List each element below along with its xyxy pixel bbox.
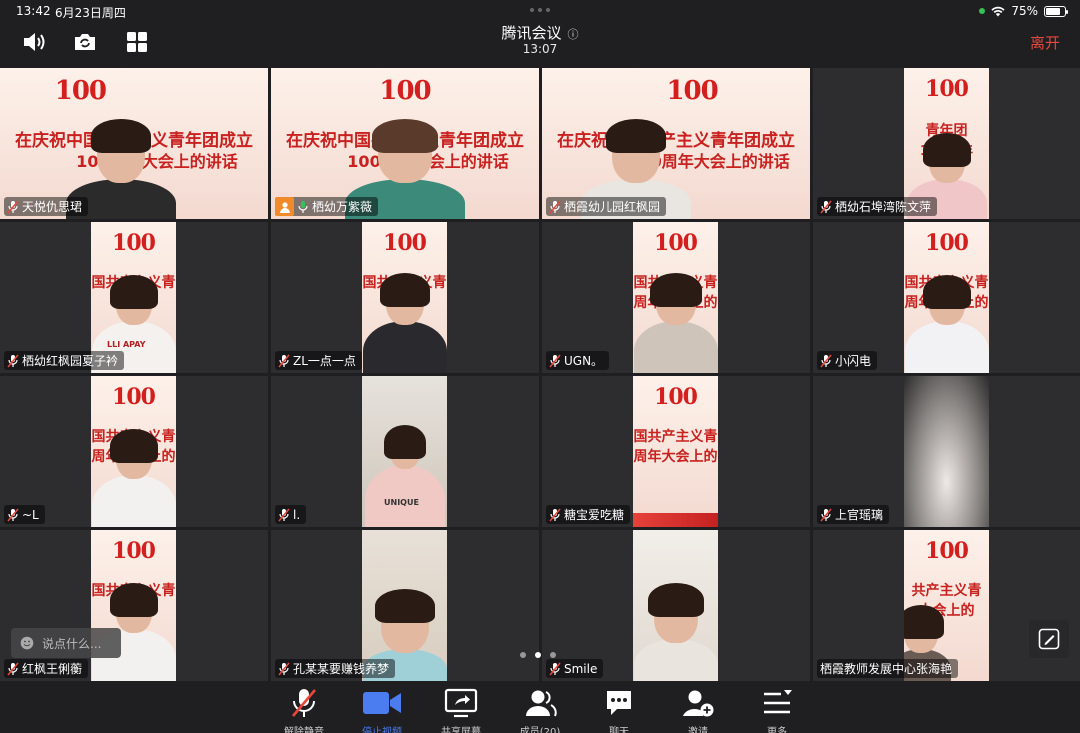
share-screen-button[interactable]: 共享屏幕 [426,687,496,733]
invite-button[interactable]: 邀请 [663,687,733,733]
more-icon [764,690,792,714]
participant-name-tag: 天悦仇思珺 [4,197,89,216]
participant-tile[interactable]: 100 在庆祝中国共产主义青年团成立 100周年大会上的讲话 栖霞幼儿园红枫园 [542,68,810,219]
mic-muted-icon [549,200,561,213]
participant-video: UNIQUE [362,376,447,527]
video-camera-icon [363,692,401,714]
mic-speaking-icon [298,200,308,213]
status-right: 75% [979,4,1068,18]
mic-muted-icon [7,662,19,675]
stop-video-button[interactable]: 停止视频 [347,687,417,733]
participant-tile[interactable]: 100 国共产主义青 红枫王俐蘅 [0,530,268,681]
participant-tile[interactable]: 100 在庆祝中国共产主义青年团成立 100周年大会上的讲话 天悦仇思珺 [0,68,268,219]
participant-tile[interactable]: 100 国共产主义青 周年大会上的 ~L [0,376,268,527]
pen-edit-icon [1038,628,1060,650]
participant-name-tag: 红枫王俐蘅 [4,659,89,678]
meeting-title[interactable]: 腾讯会议 ⓘ [0,22,1080,43]
mic-muted-icon [7,508,19,521]
participant-video: 100 国共产主义青 周年大会上的 [633,222,718,373]
participant-name-tag: UGN。 [546,351,610,370]
info-icon[interactable]: ⓘ [568,28,579,41]
video-grid: 100 在庆祝中国共产主义青年团成立 100周年大会上的讲话 天悦仇思珺 100… [0,68,1080,681]
wifi-icon [991,6,1005,16]
status-time: 13:42 [16,4,51,18]
chat-placeholder: 说点什么... [42,636,102,651]
meeting-duration: 13:07 [522,42,558,56]
participant-name-tag: 栖幼石埠湾陈文萍 [817,197,938,216]
participant-tile[interactable]: 上官瑶璃 [813,376,1080,527]
participant-video [904,376,989,527]
participant-video: 100 国共产主义青 周年大会上的 [904,222,989,373]
participant-name-tag: l. [275,505,307,524]
members-icon [526,690,557,717]
participant-tile[interactable]: 100 共产主义青 大会上的 栖霞教师发展中心张海艳 [813,530,1080,681]
participant-name-tag: ~L [4,505,45,524]
unmute-button[interactable]: 解除静音 [269,687,339,733]
participant-name-tag: ZL一点一点 [275,351,362,370]
participant-video: 100 国共产主义青 [362,222,447,373]
participant-name-tag: 栖幼红枫园夏子衿 [4,351,125,370]
annotate-button[interactable] [1029,620,1069,658]
mic-muted-icon [292,689,316,717]
participant-video: 100 国共产主义青 周年大会上的 [633,376,718,527]
participant-tile[interactable]: Smile [542,530,810,681]
members-button[interactable]: 成员(20) [505,687,575,733]
participant-name-tag: Smile [546,659,604,678]
participant-tile[interactable]: 孔某某要赚钱养梦 [271,530,539,681]
mic-muted-icon [549,354,561,367]
status-date: 6月23日周四 [55,6,126,20]
participant-tile-active-speaker[interactable]: 100 在庆祝中国共产主义青年团成立 100周年大会上的讲话 栖幼万紫薇 [271,68,539,219]
participant-name-tag: 小闪电 [817,351,878,370]
participant-tile[interactable]: 100 国共产主义青 周年大会上的 UGN。 [542,222,810,373]
mic-muted-icon [278,354,290,367]
meeting-toolbar: 解除静音 停止视频 共享屏幕 成员(20) 聊天 邀请 更多 [0,681,1080,733]
more-button[interactable]: 更多 [742,687,812,733]
participant-name-tag: 栖霞幼儿园红枫园 [546,197,667,216]
participant-tile[interactable]: 100 国共产主义青 周年大会上的 糖宝爱吃糖 [542,376,810,527]
share-screen-icon [444,688,478,718]
mic-muted-icon [278,508,290,521]
page-dot[interactable] [520,652,526,658]
participant-name-tag: 栖霞教师发展中心张海艳 [817,659,959,678]
chat-icon [607,691,631,715]
mic-muted-icon [549,508,561,521]
mic-muted-icon [549,662,561,675]
user-avatar-icon [275,197,294,216]
mic-muted-icon [7,354,19,367]
mic-muted-icon [7,200,19,213]
leave-button[interactable]: 离开 [1030,32,1060,53]
multitask-grabber[interactable] [530,8,550,12]
chat-quick-input[interactable]: 说点什么... [11,628,121,658]
participant-tile[interactable]: 100 国共产主义青 周年大会上的 小闪电 [813,222,1080,373]
participant-video: 100 国共产主义青 [91,530,176,681]
page-indicator[interactable] [520,652,556,658]
emoji-icon[interactable] [20,636,34,650]
invite-icon [683,690,714,717]
meeting-header: 腾讯会议 ⓘ 13:07 离开 [0,22,1080,64]
mic-muted-icon [820,200,832,213]
participant-tile[interactable]: 100 青年团 100周年 栖幼石埠湾陈文萍 [813,68,1080,219]
participant-name-tag: 孔某某要赚钱养梦 [275,659,396,678]
participant-tile[interactable]: 100 国共产主义青 ZL一点一点 [271,222,539,373]
participant-name-tag: 栖幼万紫薇 [275,197,379,216]
participant-name-tag: 上官瑶璃 [817,505,890,524]
mic-muted-icon [820,354,832,367]
chat-button[interactable]: 聊天 [584,687,654,733]
mic-muted-icon [278,662,290,675]
status-bar: 13:42 6月23日周四 75% [0,0,1080,22]
page-dot[interactable] [550,652,556,658]
participant-tile[interactable]: 100 国共产主义青 LLI APAY 栖幼红枫园夏子衿 [0,222,268,373]
participant-video [633,530,718,681]
privacy-indicator-icon [979,8,986,14]
participant-video: 100 国共产主义青 周年大会上的 [91,376,176,527]
page-dot-current[interactable] [535,652,541,658]
battery-icon [1044,5,1068,17]
participant-name-tag: 糖宝爱吃糖 [546,505,631,524]
mic-muted-icon [820,508,832,521]
participant-tile[interactable]: UNIQUE l. [271,376,539,527]
battery-percent: 75% [1011,4,1038,18]
